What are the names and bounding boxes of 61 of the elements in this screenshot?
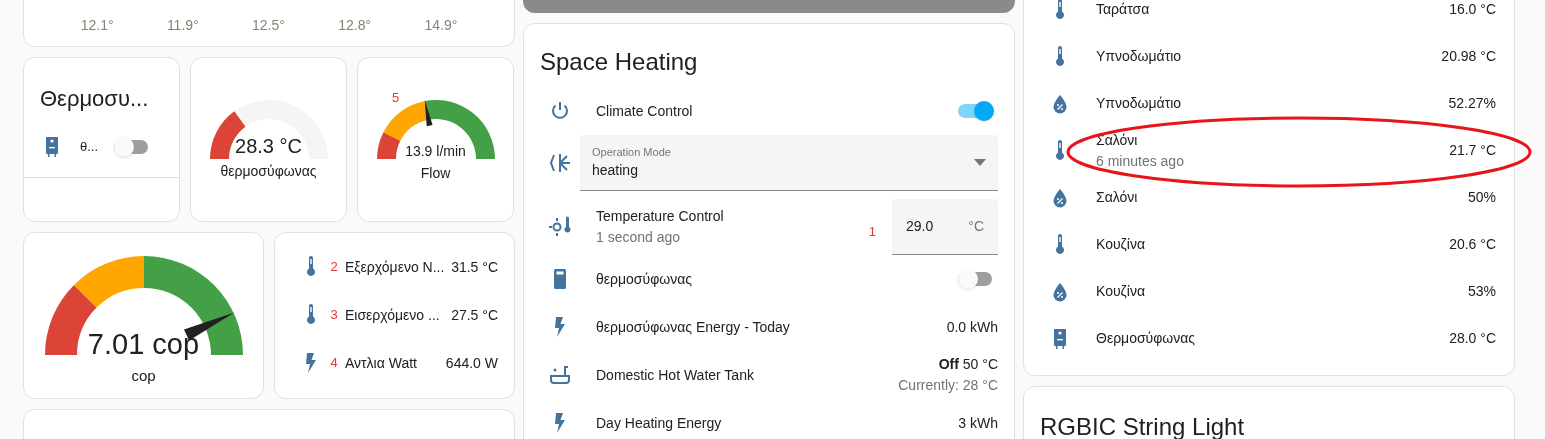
- entity-name: θερμοσύφωνας Energy - Today: [596, 317, 791, 337]
- current-temperature: Currently: 28 °C: [898, 376, 998, 395]
- forecast-low: 14.9°: [424, 16, 458, 35]
- toggle-switch[interactable]: [958, 269, 994, 289]
- entity-name: Αντλια Watt: [345, 353, 418, 373]
- entity-name: Day Heating Energy: [596, 413, 723, 433]
- sun-thermometer-icon: [548, 215, 572, 239]
- entity-value: 27.5 °C: [451, 305, 498, 325]
- entity-name: θ...: [80, 138, 99, 157]
- operation-mode-select[interactable]: Operation Mode heating: [580, 135, 998, 191]
- entity-value: Off 50 °C: [938, 355, 998, 374]
- forecast-low: 11.9°: [166, 16, 199, 35]
- entity-value: 0.0 kWh: [946, 317, 998, 337]
- entity-name: Σαλόνι: [1096, 188, 1139, 207]
- entity-value: 20.6 °C: [1449, 235, 1497, 254]
- entity-name: Εισερχόμενο ...: [345, 305, 441, 325]
- gauge-value: 13.9 l/min: [405, 144, 466, 158]
- entity-value: 16.0 °C: [1449, 0, 1497, 19]
- entity-value: 21.7 °C: [1449, 141, 1497, 160]
- entity-name: θερμοσύφωνας: [596, 269, 693, 289]
- entity-name: Θερμοσύφωνας: [1096, 329, 1197, 348]
- annotation-number: 2: [329, 258, 339, 277]
- entity-name: Κουζίνα: [1096, 282, 1146, 301]
- gauge-label: Flow: [420, 164, 451, 183]
- entity-name: Domestic Hot Water Tank: [596, 365, 755, 385]
- gauge-label: cop: [131, 366, 156, 386]
- entity-value: 53%: [1467, 282, 1497, 301]
- forecast-low: 12.1°: [80, 16, 114, 35]
- annotation-number: 3: [329, 306, 339, 325]
- bathtub-icon: [548, 363, 572, 387]
- entity-value: 644.0 W: [445, 353, 498, 373]
- card-title: Θερμοσυ...: [39, 85, 150, 113]
- entity-name: Εξερχόμενο Ν...: [345, 257, 446, 277]
- forecast-low: 12.5°: [252, 16, 285, 35]
- entity-value: 31.5 °C: [451, 257, 498, 277]
- annotation-number: 4: [329, 354, 339, 373]
- number-field[interactable]: 29.0 °C: [892, 199, 998, 255]
- annotation-number: 5: [392, 89, 400, 107]
- gauge-value: 28.3 °C: [235, 136, 302, 156]
- last-changed: 6 minutes ago: [1096, 151, 1185, 171]
- forecast-low: 12.8°: [338, 16, 372, 35]
- entity-value: 52.27%: [1448, 94, 1497, 113]
- entity-name: Υπνοδωμάτιο: [1096, 47, 1183, 66]
- caret-icon: [974, 159, 986, 166]
- last-changed: 1 second ago: [596, 228, 682, 247]
- entity-name: Υπνοδωμάτιο: [1096, 94, 1183, 113]
- entity-name: Ταράτσα: [1096, 0, 1151, 19]
- entity-value: 3 kWh: [958, 413, 998, 433]
- toggle-switch[interactable]: [958, 101, 994, 121]
- entity-value: 50%: [1467, 188, 1497, 207]
- entity-value: 28.0 °C: [1449, 329, 1497, 348]
- entity-name: Σαλόνι: [1096, 130, 1139, 150]
- snowflake-heat-icon: [548, 151, 572, 175]
- gauge-value: 7.01 cop: [87, 330, 200, 359]
- gauge-label: θερμοσύφωνας: [220, 162, 317, 181]
- card-title: Space Heating: [540, 47, 699, 77]
- entity-name: Climate Control: [596, 101, 694, 121]
- entity-name: Κουζίνα: [1096, 235, 1146, 254]
- entity-name: Temperature Control: [596, 207, 725, 226]
- entity-value: 20.98 °C: [1441, 47, 1497, 66]
- annotation-number: 1: [868, 223, 876, 242]
